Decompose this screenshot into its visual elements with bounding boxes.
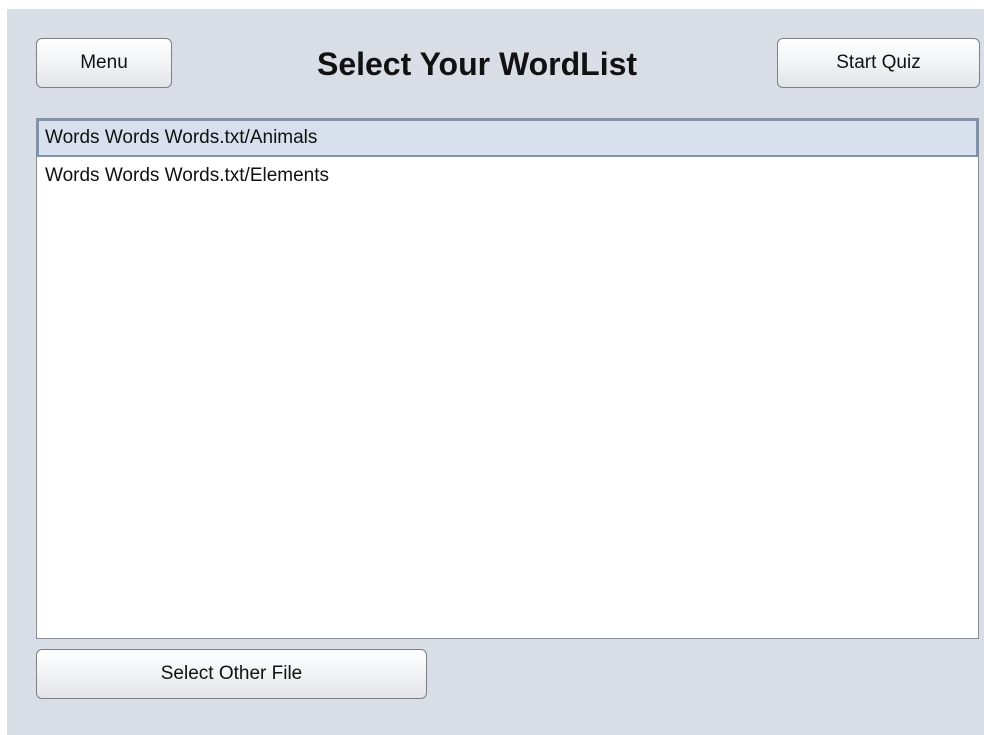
list-item[interactable]: Words Words Words.txt/Animals: [37, 119, 978, 157]
start-quiz-button[interactable]: Start Quiz: [777, 38, 980, 88]
list-item[interactable]: Words Words Words.txt/Elements: [37, 157, 978, 195]
select-other-file-button[interactable]: Select Other File: [36, 649, 427, 699]
wordlist-selection-window: Menu Select Your WordList Start Quiz Wor…: [7, 9, 984, 735]
wordlist-list[interactable]: Words Words Words.txt/Animals Words Word…: [36, 118, 979, 639]
page-title: Select Your WordList: [316, 46, 638, 82]
menu-button[interactable]: Menu: [36, 38, 172, 88]
